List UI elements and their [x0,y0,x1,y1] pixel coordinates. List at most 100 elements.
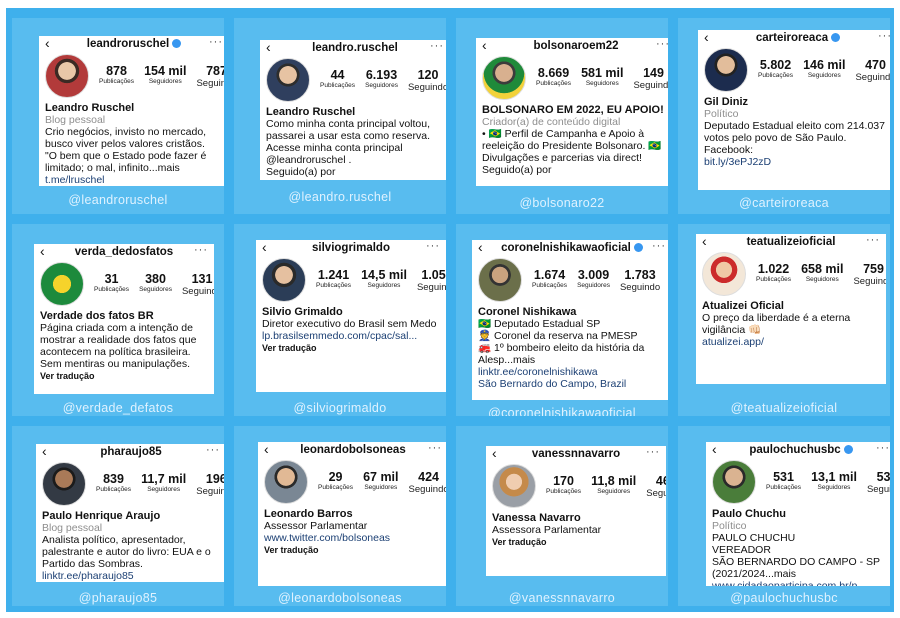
profile-name: Paulo Henrique Araujo [42,510,161,522]
profile-stats: 1.241Publicações 14,5 milSeguidores 1.050S… [316,268,446,293]
profile-name: Gil Diniz [704,96,748,108]
avatar[interactable] [42,462,86,506]
followers-count-value: 11,8 mil [591,474,637,488]
posts-count-value: 29 [328,470,343,484]
bio-line: 🇧🇷 Deputado Estadual SP [478,318,601,330]
posts-count-label: Publicações [94,286,130,293]
following-count-value: 196 [205,472,224,486]
username-text: leandro.ruschel [312,42,398,54]
posts-count[interactable]: 1.022 Publicações [756,262,791,287]
followers-count[interactable]: 154 mil Seguidores [144,64,186,89]
following-count[interactable]: 1.783 Seguindo [620,268,660,293]
posts-count-value: 44 [330,68,345,82]
followers-count-value: 380 [145,272,166,286]
following-count[interactable]: 120 Seguindo [408,68,446,93]
followers-count[interactable]: 581 mil Seguidores [581,66,623,91]
following-count[interactable]: 149Seguindo [633,66,668,91]
bio-link[interactable]: www.twitter.com/bolsoneas [264,532,444,544]
following-count[interactable]: 460Seguindo [646,474,666,499]
bio-line: 🚒 1º bombeiro eleito da história da Ales… [478,342,645,366]
bio-link[interactable]: lp.brasilsemmedo.com/cpac/sal... [262,330,442,342]
following-count[interactable]: 1.050Seguindo [417,268,446,293]
following-count[interactable]: 537Seguindo [867,470,890,495]
posts-count[interactable]: 170 Publicações [546,474,581,499]
avatar[interactable] [266,58,310,102]
bio-line[interactable]: Ver tradução [492,536,662,548]
posts-count[interactable]: 31 Publicações [94,272,129,297]
following-count-value: 470 [865,58,886,72]
followers-count-label: Seguidores [139,286,172,293]
avatar[interactable] [478,258,522,302]
followers-count[interactable]: 146 mil Seguidores [803,58,845,83]
bio-link[interactable]: t.me/lruschel [45,174,224,186]
avatar[interactable] [704,48,748,92]
posts-count[interactable]: 1.241 Publicações [316,268,351,293]
bio-line[interactable]: Ver tradução [40,370,210,382]
bio-link[interactable]: linktr.ee/coronelnishikawa [478,366,668,378]
bio-link[interactable]: bit.ly/3ePJ2zD [704,156,890,168]
following-count[interactable]: 196Seguindo [196,472,224,497]
avatar[interactable] [482,56,526,100]
following-count[interactable]: 131Seguindo [182,272,214,297]
profile-card: ‹ ··· silviogrimaldo 1.241 Publicações 14,5 m… [256,240,446,392]
followers-count[interactable]: 6.193 Seguidores [365,68,398,93]
profile-stats: 8.669 Publicações 581 mil Seguidores 149 Segu… [536,66,668,91]
posts-count[interactable]: 8.669 Publicações [536,66,571,91]
followers-count-label: Seguidores [364,484,398,491]
followers-count[interactable]: 11,7 mil Seguidores [141,472,186,497]
following-count[interactable]: 787Seguindo [196,64,224,89]
bio-link[interactable]: São Bernardo do Campo, Brazil [478,378,668,390]
profile-stats: 839 Publicações 11,7 mil Seguidores 196 Segui… [96,472,224,497]
following-count[interactable]: 424 Seguindo [409,470,447,495]
profile-username: coronelnishikawaoficial [472,242,668,254]
caption-handle: @vanessnnavarro [508,591,616,605]
posts-count[interactable]: 839 Publicações [96,472,131,497]
following-count-label: Seguindo [416,282,446,293]
avatar[interactable] [492,464,536,508]
posts-count-label: Publicações [320,82,356,89]
bio-link[interactable]: www.cidadaoparticipa.com.br/p... [712,580,890,586]
bio-line: Página criada com a intenção de mostrar … [40,322,197,370]
following-count-value: 424 [418,470,439,484]
posts-count[interactable]: 1.674 Publicações [532,268,567,293]
following-count-value: 787 [206,64,224,78]
username-text: bolsonaroem22 [533,40,619,52]
bio-line[interactable]: Ver tradução [262,342,442,354]
followers-count-label: Seguidores [805,276,839,283]
avatar[interactable] [262,258,306,302]
posts-count[interactable]: 5.802 Publicações [758,58,793,83]
followers-count[interactable]: 67 mil Seguidores [363,470,398,495]
profile-bio: Vanessa Navarro Assessora Parlamentar Ver … [492,512,662,548]
profile-bio: Leandro Ruschel Como minha conta principa… [266,106,446,178]
followers-count[interactable]: 11,8 mil Seguidores [591,474,636,499]
bio-line: Crio negócios, invisto no mercado, busco… [45,126,207,150]
profile-card: ‹ ··· verda_dedosfatos 31 Publicações 380 Segu… [34,244,214,394]
username-text: pharaujo85 [100,446,162,458]
bio-link[interactable]: linktr.ee/pharaujo85 [42,570,222,582]
following-count-label: Seguindo [181,286,214,297]
avatar[interactable] [264,460,308,504]
following-count-label: Seguindo [646,488,666,499]
following-count[interactable]: 759Seguindo [853,262,886,287]
bio-link[interactable]: atualizei.app/ [702,336,882,348]
posts-count[interactable]: 29 Publicações [318,470,353,495]
bio-line[interactable]: Ver tradução [264,544,444,556]
posts-count[interactable]: 44 Publicações [320,68,355,93]
followers-count[interactable]: 13,1 mil Seguidores [811,470,857,495]
followers-count[interactable]: 3.009 Seguidores [577,268,610,293]
posts-count[interactable]: 531 Publicações [766,470,801,495]
avatar[interactable] [702,252,746,296]
following-count[interactable]: 470Seguindo [855,58,890,83]
profile-username: leandroruschel [39,38,224,50]
following-count-label: Seguindo [866,484,890,495]
avatar[interactable] [45,54,89,98]
profile-bio: Paulo Henrique Araujo Blog pessoal Analist… [42,510,222,582]
avatar[interactable] [712,460,756,504]
followers-count[interactable]: 658 mil Seguidores [801,262,843,287]
avatar[interactable] [40,262,84,306]
posts-count[interactable]: 878 Publicações [99,64,134,89]
followers-count[interactable]: 380 Seguidores [139,272,172,297]
followers-count[interactable]: 14,5 mil Seguidores [361,268,407,293]
bio-line: Como minha conta principal voltou, passa… [266,118,431,166]
profile-card: ‹ ··· teatualizeioficial 1.022 Publicações 65… [696,234,886,384]
